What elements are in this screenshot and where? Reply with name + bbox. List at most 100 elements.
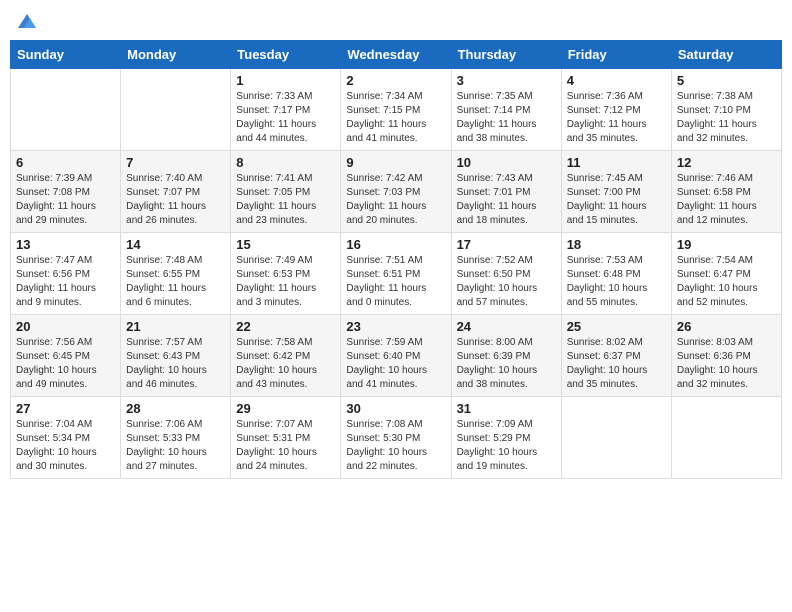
daylight-text: Daylight: 10 hours and 27 minutes. bbox=[126, 447, 207, 472]
sunset-text: Sunset: 5:33 PM bbox=[126, 433, 200, 444]
calendar-week-row: 27 Sunrise: 7:04 AM Sunset: 5:34 PM Dayl… bbox=[11, 397, 782, 479]
day-number: 31 bbox=[457, 401, 556, 416]
daylight-text: Daylight: 11 hours and 44 minutes. bbox=[236, 119, 316, 144]
sunset-text: Sunset: 7:15 PM bbox=[346, 105, 420, 116]
sunrise-text: Sunrise: 7:07 AM bbox=[236, 419, 312, 430]
sunset-text: Sunset: 6:45 PM bbox=[16, 351, 90, 362]
sunset-text: Sunset: 6:40 PM bbox=[346, 351, 420, 362]
day-number: 15 bbox=[236, 237, 335, 252]
calendar-cell: 7 Sunrise: 7:40 AM Sunset: 7:07 PM Dayli… bbox=[121, 151, 231, 233]
day-number: 14 bbox=[126, 237, 225, 252]
sunset-text: Sunset: 7:01 PM bbox=[457, 187, 531, 198]
sunset-text: Sunset: 7:12 PM bbox=[567, 105, 641, 116]
daylight-text: Daylight: 10 hours and 19 minutes. bbox=[457, 447, 538, 472]
day-info: Sunrise: 7:33 AM Sunset: 7:17 PM Dayligh… bbox=[236, 90, 335, 146]
day-number: 11 bbox=[567, 155, 666, 170]
day-info: Sunrise: 7:59 AM Sunset: 6:40 PM Dayligh… bbox=[346, 336, 445, 392]
day-number: 30 bbox=[346, 401, 445, 416]
daylight-text: Daylight: 10 hours and 52 minutes. bbox=[677, 283, 758, 308]
sunset-text: Sunset: 6:51 PM bbox=[346, 269, 420, 280]
logo-icon bbox=[16, 10, 38, 32]
day-number: 19 bbox=[677, 237, 776, 252]
day-info: Sunrise: 7:39 AM Sunset: 7:08 PM Dayligh… bbox=[16, 172, 115, 228]
day-info: Sunrise: 7:45 AM Sunset: 7:00 PM Dayligh… bbox=[567, 172, 666, 228]
calendar-day-header: Saturday bbox=[671, 41, 781, 69]
daylight-text: Daylight: 10 hours and 57 minutes. bbox=[457, 283, 538, 308]
sunset-text: Sunset: 6:58 PM bbox=[677, 187, 751, 198]
day-info: Sunrise: 7:56 AM Sunset: 6:45 PM Dayligh… bbox=[16, 336, 115, 392]
calendar-cell: 29 Sunrise: 7:07 AM Sunset: 5:31 PM Dayl… bbox=[231, 397, 341, 479]
calendar-cell: 8 Sunrise: 7:41 AM Sunset: 7:05 PM Dayli… bbox=[231, 151, 341, 233]
calendar-day-header: Tuesday bbox=[231, 41, 341, 69]
sunrise-text: Sunrise: 7:09 AM bbox=[457, 419, 533, 430]
daylight-text: Daylight: 11 hours and 38 minutes. bbox=[457, 119, 537, 144]
calendar-cell: 28 Sunrise: 7:06 AM Sunset: 5:33 PM Dayl… bbox=[121, 397, 231, 479]
day-number: 21 bbox=[126, 319, 225, 334]
calendar-cell: 15 Sunrise: 7:49 AM Sunset: 6:53 PM Dayl… bbox=[231, 233, 341, 315]
day-info: Sunrise: 7:09 AM Sunset: 5:29 PM Dayligh… bbox=[457, 418, 556, 474]
day-info: Sunrise: 7:38 AM Sunset: 7:10 PM Dayligh… bbox=[677, 90, 776, 146]
day-number: 28 bbox=[126, 401, 225, 416]
sunset-text: Sunset: 7:03 PM bbox=[346, 187, 420, 198]
calendar-cell: 18 Sunrise: 7:53 AM Sunset: 6:48 PM Dayl… bbox=[561, 233, 671, 315]
calendar-cell: 3 Sunrise: 7:35 AM Sunset: 7:14 PM Dayli… bbox=[451, 69, 561, 151]
day-info: Sunrise: 7:48 AM Sunset: 6:55 PM Dayligh… bbox=[126, 254, 225, 310]
sunset-text: Sunset: 5:30 PM bbox=[346, 433, 420, 444]
day-info: Sunrise: 7:43 AM Sunset: 7:01 PM Dayligh… bbox=[457, 172, 556, 228]
daylight-text: Daylight: 10 hours and 22 minutes. bbox=[346, 447, 427, 472]
calendar-cell: 17 Sunrise: 7:52 AM Sunset: 6:50 PM Dayl… bbox=[451, 233, 561, 315]
sunrise-text: Sunrise: 7:43 AM bbox=[457, 173, 533, 184]
sunset-text: Sunset: 6:36 PM bbox=[677, 351, 751, 362]
daylight-text: Daylight: 10 hours and 49 minutes. bbox=[16, 365, 97, 390]
day-info: Sunrise: 7:58 AM Sunset: 6:42 PM Dayligh… bbox=[236, 336, 335, 392]
daylight-text: Daylight: 10 hours and 55 minutes. bbox=[567, 283, 648, 308]
calendar-day-header: Sunday bbox=[11, 41, 121, 69]
sunrise-text: Sunrise: 7:08 AM bbox=[346, 419, 422, 430]
sunset-text: Sunset: 7:14 PM bbox=[457, 105, 531, 116]
daylight-text: Daylight: 11 hours and 6 minutes. bbox=[126, 283, 206, 308]
sunrise-text: Sunrise: 7:54 AM bbox=[677, 255, 753, 266]
calendar-cell: 30 Sunrise: 7:08 AM Sunset: 5:30 PM Dayl… bbox=[341, 397, 451, 479]
day-number: 25 bbox=[567, 319, 666, 334]
day-number: 17 bbox=[457, 237, 556, 252]
calendar-cell: 22 Sunrise: 7:58 AM Sunset: 6:42 PM Dayl… bbox=[231, 315, 341, 397]
calendar-table: SundayMondayTuesdayWednesdayThursdayFrid… bbox=[10, 40, 782, 479]
daylight-text: Daylight: 11 hours and 15 minutes. bbox=[567, 201, 647, 226]
sunset-text: Sunset: 6:42 PM bbox=[236, 351, 310, 362]
day-number: 16 bbox=[346, 237, 445, 252]
day-number: 3 bbox=[457, 73, 556, 88]
daylight-text: Daylight: 11 hours and 23 minutes. bbox=[236, 201, 316, 226]
sunrise-text: Sunrise: 7:45 AM bbox=[567, 173, 643, 184]
calendar-cell: 10 Sunrise: 7:43 AM Sunset: 7:01 PM Dayl… bbox=[451, 151, 561, 233]
calendar-cell: 12 Sunrise: 7:46 AM Sunset: 6:58 PM Dayl… bbox=[671, 151, 781, 233]
sunset-text: Sunset: 5:31 PM bbox=[236, 433, 310, 444]
day-number: 9 bbox=[346, 155, 445, 170]
day-number: 2 bbox=[346, 73, 445, 88]
day-info: Sunrise: 7:42 AM Sunset: 7:03 PM Dayligh… bbox=[346, 172, 445, 228]
day-info: Sunrise: 7:07 AM Sunset: 5:31 PM Dayligh… bbox=[236, 418, 335, 474]
daylight-text: Daylight: 11 hours and 18 minutes. bbox=[457, 201, 537, 226]
day-number: 6 bbox=[16, 155, 115, 170]
day-number: 22 bbox=[236, 319, 335, 334]
logo bbox=[14, 10, 38, 32]
calendar-cell: 31 Sunrise: 7:09 AM Sunset: 5:29 PM Dayl… bbox=[451, 397, 561, 479]
sunset-text: Sunset: 7:08 PM bbox=[16, 187, 90, 198]
calendar-cell: 13 Sunrise: 7:47 AM Sunset: 6:56 PM Dayl… bbox=[11, 233, 121, 315]
sunrise-text: Sunrise: 8:02 AM bbox=[567, 337, 643, 348]
daylight-text: Daylight: 10 hours and 43 minutes. bbox=[236, 365, 317, 390]
sunrise-text: Sunrise: 8:03 AM bbox=[677, 337, 753, 348]
sunset-text: Sunset: 6:50 PM bbox=[457, 269, 531, 280]
day-number: 12 bbox=[677, 155, 776, 170]
sunset-text: Sunset: 6:43 PM bbox=[126, 351, 200, 362]
day-number: 7 bbox=[126, 155, 225, 170]
daylight-text: Daylight: 11 hours and 20 minutes. bbox=[346, 201, 426, 226]
sunrise-text: Sunrise: 7:33 AM bbox=[236, 91, 312, 102]
sunrise-text: Sunrise: 7:59 AM bbox=[346, 337, 422, 348]
day-info: Sunrise: 7:06 AM Sunset: 5:33 PM Dayligh… bbox=[126, 418, 225, 474]
daylight-text: Daylight: 11 hours and 41 minutes. bbox=[346, 119, 426, 144]
calendar-week-row: 20 Sunrise: 7:56 AM Sunset: 6:45 PM Dayl… bbox=[11, 315, 782, 397]
calendar-cell: 21 Sunrise: 7:57 AM Sunset: 6:43 PM Dayl… bbox=[121, 315, 231, 397]
sunset-text: Sunset: 5:34 PM bbox=[16, 433, 90, 444]
sunrise-text: Sunrise: 7:04 AM bbox=[16, 419, 92, 430]
day-number: 27 bbox=[16, 401, 115, 416]
